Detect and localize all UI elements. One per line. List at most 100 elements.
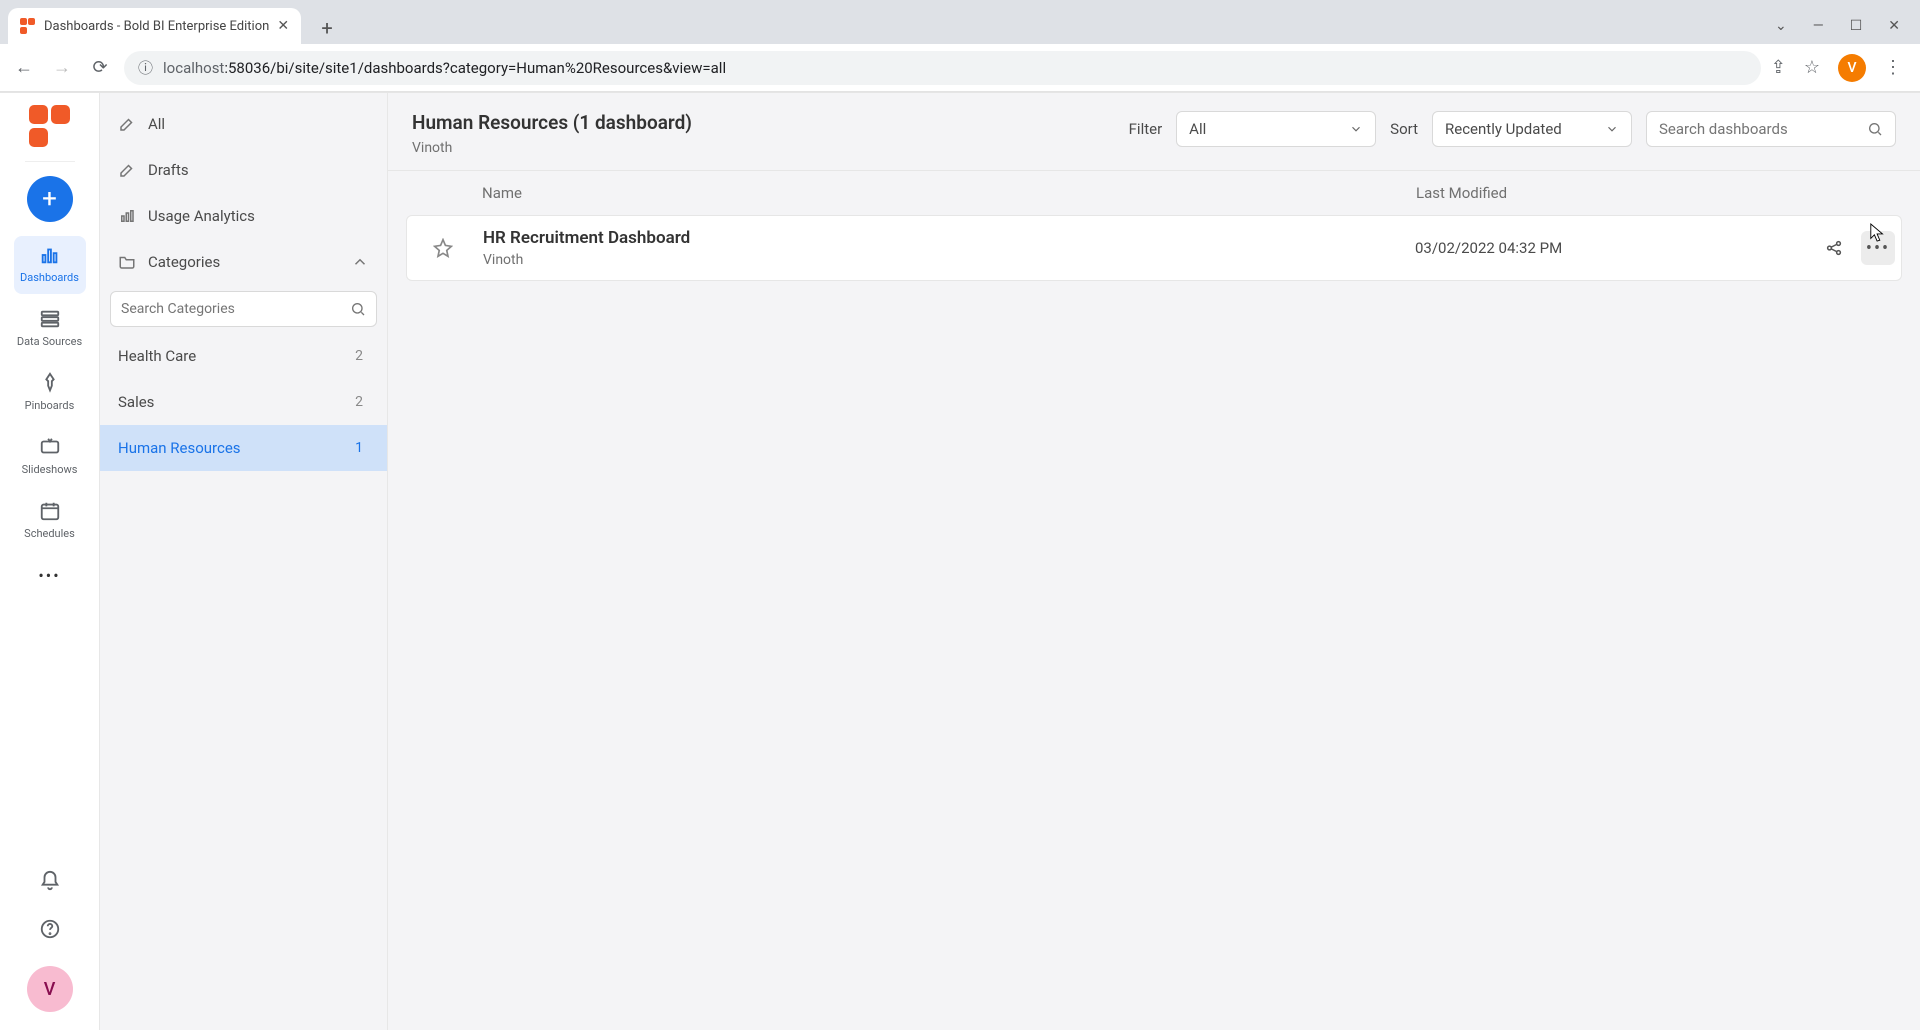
rail-label: Pinboards — [25, 399, 75, 412]
rail-item-pinboards[interactable]: Pinboards — [14, 364, 86, 422]
row-actions: ••• — [1775, 231, 1895, 265]
page-title: Human Resources (1 dashboard) — [412, 111, 692, 134]
sidebar-item-drafts[interactable]: Drafts — [100, 147, 387, 193]
rail-label: Data Sources — [17, 335, 82, 348]
category-name: Health Care — [118, 347, 196, 365]
filter-label: Filter — [1129, 120, 1163, 138]
sidebar-item-usage-analytics[interactable]: Usage Analytics — [100, 193, 387, 239]
dashboard-search[interactable] — [1646, 111, 1896, 147]
reload-button[interactable]: ⟳ — [86, 54, 114, 82]
minimize-button[interactable]: — — [1813, 18, 1824, 34]
sort-select[interactable]: Recently Updated — [1432, 111, 1632, 147]
tab-title: Dashboards - Bold BI Enterprise Edition — [44, 19, 269, 34]
bell-icon — [39, 870, 61, 892]
close-window-button[interactable]: ✕ — [1888, 18, 1900, 34]
category-row-sales[interactable]: Sales 2 — [100, 379, 387, 425]
category-name: Human Resources — [118, 439, 241, 457]
tab-strip: Dashboards - Bold BI Enterprise Edition … — [0, 0, 1920, 44]
category-row-health-care[interactable]: Health Care 2 — [100, 333, 387, 379]
url-text: localhost:58036/bi/site/site1/dashboards… — [163, 59, 1747, 77]
header-controls: Filter All Sort Recently Updated — [1129, 111, 1896, 147]
browser-tab[interactable]: Dashboards - Bold BI Enterprise Edition … — [8, 8, 301, 44]
share-button[interactable] — [1817, 231, 1851, 265]
column-name[interactable]: Name — [472, 184, 1416, 202]
page-subtitle: Vinoth — [412, 140, 692, 156]
category-search[interactable] — [110, 291, 377, 327]
chevron-up-icon — [351, 253, 369, 271]
profile-avatar[interactable]: V — [1838, 54, 1866, 82]
sort-label: Sort — [1390, 120, 1418, 138]
category-search-wrap — [100, 285, 387, 333]
category-count: 1 — [355, 440, 363, 456]
forward-button[interactable]: → — [48, 54, 76, 82]
edit-icon — [118, 115, 136, 133]
category-row-human-resources[interactable]: Human Resources 1 — [100, 425, 387, 471]
rail-label: Dashboards — [20, 271, 79, 284]
rail-divider — [25, 161, 75, 162]
site-info-icon[interactable]: ⓘ — [138, 57, 153, 78]
help-button[interactable] — [39, 918, 61, 944]
sidebar-label: All — [148, 115, 165, 133]
help-icon — [39, 918, 61, 940]
dashboard-title[interactable]: HR Recruitment Dashboard — [483, 228, 1415, 248]
column-last-modified[interactable]: Last Modified — [1416, 184, 1776, 202]
rail-item-schedules[interactable]: Schedules — [14, 492, 86, 550]
category-search-input[interactable] — [121, 301, 350, 317]
browser-menu-icon[interactable]: ⋮ — [1884, 57, 1902, 78]
chart-icon — [118, 207, 136, 225]
folder-icon — [118, 253, 136, 271]
search-icon — [1867, 121, 1883, 137]
user-avatar[interactable]: V — [27, 966, 73, 1012]
rail-more-button[interactable]: ••• — [30, 560, 70, 590]
add-button[interactable]: + — [27, 176, 73, 222]
rail-item-slideshows[interactable]: Slideshows — [14, 428, 86, 486]
app-shell: + Dashboards Data Sources Pinboards Slid… — [0, 92, 1920, 1030]
chevron-down-icon — [1605, 122, 1619, 136]
bookmark-icon[interactable]: ☆ — [1804, 57, 1820, 78]
bar-chart-icon — [39, 244, 61, 266]
dashboard-modified: 03/02/2022 04:32 PM — [1415, 239, 1775, 257]
category-name: Sales — [118, 393, 154, 411]
rail-bottom: V — [27, 870, 73, 1012]
back-button[interactable]: ← — [10, 54, 38, 82]
maximize-button[interactable]: ☐ — [1850, 18, 1863, 34]
table-header: Name Last Modified — [388, 171, 1920, 215]
sidebar-item-all[interactable]: All — [100, 101, 387, 147]
category-sidebar: All Drafts Usage Analytics Categories He… — [100, 93, 388, 1030]
icon-rail: + Dashboards Data Sources Pinboards Slid… — [0, 93, 100, 1030]
tab-dropdown-icon[interactable]: ⌄ — [1775, 18, 1787, 34]
app-logo-icon[interactable] — [29, 105, 71, 147]
rail-item-datasources[interactable]: Data Sources — [14, 300, 86, 358]
dashboard-row[interactable]: HR Recruitment Dashboard Vinoth 03/02/20… — [406, 215, 1902, 281]
sidebar-label: Usage Analytics — [148, 207, 255, 225]
new-tab-button[interactable]: + — [311, 12, 343, 44]
sidebar-item-categories[interactable]: Categories — [100, 239, 387, 285]
main-content: Human Resources (1 dashboard) Vinoth Fil… — [388, 93, 1920, 1030]
filter-select[interactable]: All — [1176, 111, 1376, 147]
notifications-button[interactable] — [39, 870, 61, 896]
more-actions-button[interactable]: ••• — [1861, 231, 1895, 265]
search-icon — [350, 301, 366, 317]
dashboard-author: Vinoth — [483, 252, 1415, 268]
window-controls: ⌄ — ☐ ✕ — [1775, 8, 1920, 44]
display-icon — [39, 436, 61, 458]
category-count: 2 — [355, 394, 363, 410]
pin-icon — [39, 372, 61, 394]
favorite-toggle[interactable] — [413, 238, 473, 258]
edit-icon — [118, 161, 136, 179]
calendar-icon — [39, 500, 61, 522]
favicon-icon — [20, 18, 36, 34]
sidebar-label: Drafts — [148, 161, 189, 179]
address-bar[interactable]: ⓘ localhost:58036/bi/site/site1/dashboar… — [124, 51, 1761, 85]
browser-chrome: Dashboards - Bold BI Enterprise Edition … — [0, 0, 1920, 92]
share-icon[interactable]: ⇪ — [1771, 57, 1786, 78]
star-icon — [433, 238, 453, 258]
sidebar-label: Categories — [148, 253, 220, 271]
category-count: 2 — [355, 348, 363, 364]
close-tab-icon[interactable]: ✕ — [277, 18, 289, 34]
share-icon — [1825, 239, 1843, 257]
chevron-down-icon — [1349, 122, 1363, 136]
dashboard-search-input[interactable] — [1659, 120, 1867, 138]
rail-item-dashboards[interactable]: Dashboards — [14, 236, 86, 294]
dashboard-name-cell: HR Recruitment Dashboard Vinoth — [473, 228, 1415, 268]
